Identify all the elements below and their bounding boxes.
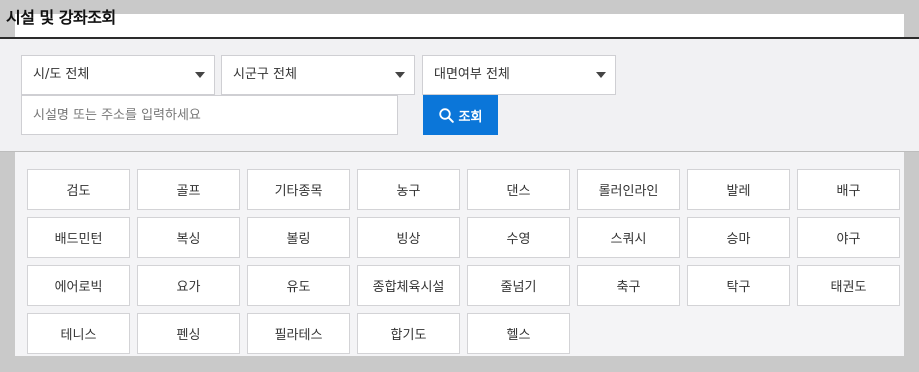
category-button[interactable]: 줄넘기	[467, 265, 570, 306]
category-button[interactable]: 헬스	[467, 313, 570, 354]
category-button[interactable]: 종합체육시설	[357, 265, 460, 306]
search-button-label: 조회	[458, 108, 483, 124]
search-input[interactable]	[21, 95, 398, 135]
category-button[interactable]: 합기도	[357, 313, 460, 354]
district-select[interactable]: 시군구 전체	[221, 55, 415, 95]
category-button[interactable]: 빙상	[357, 217, 460, 258]
category-button[interactable]: 댄스	[467, 169, 570, 210]
region-select-value: 시/도 전체	[33, 67, 90, 82]
category-button[interactable]: 태권도	[797, 265, 900, 306]
category-button[interactable]: 야구	[797, 217, 900, 258]
category-button[interactable]: 배구	[797, 169, 900, 210]
search-icon	[438, 107, 454, 123]
bottom-frame	[0, 356, 919, 372]
category-button[interactable]: 복싱	[137, 217, 240, 258]
category-button[interactable]: 테니스	[27, 313, 130, 354]
category-button[interactable]: 배드민턴	[27, 217, 130, 258]
category-button[interactable]: 축구	[577, 265, 680, 306]
chevron-down-icon	[395, 72, 405, 78]
category-button[interactable]: 필라테스	[247, 313, 350, 354]
category-button[interactable]: 농구	[357, 169, 460, 210]
category-button[interactable]: 발레	[687, 169, 790, 210]
region-select[interactable]: 시/도 전체	[21, 55, 215, 95]
category-button[interactable]: 볼링	[247, 217, 350, 258]
title-bar-background	[15, 14, 904, 37]
page-title: 시설 및 강좌조회	[6, 8, 116, 27]
category-button[interactable]: 기타종목	[247, 169, 350, 210]
category-button[interactable]: 검도	[27, 169, 130, 210]
category-button[interactable]: 골프	[137, 169, 240, 210]
category-button[interactable]: 수영	[467, 217, 570, 258]
chevron-down-icon	[195, 72, 205, 78]
category-grid: 검도 골프 기타종목 농구 댄스 롤러인라인 발레 배구배드민턴 복싱 볼링 빙상 수영 스쿼시 승마 야구…	[27, 169, 900, 354]
category-button[interactable]: 스쿼시	[577, 217, 680, 258]
category-button[interactable]: 유도	[247, 265, 350, 306]
category-button[interactable]: 승마	[687, 217, 790, 258]
mode-select[interactable]: 대면여부 전체	[422, 55, 616, 95]
category-button[interactable]: 탁구	[687, 265, 790, 306]
category-button[interactable]: 요가	[137, 265, 240, 306]
mode-select-value: 대면여부 전체	[434, 67, 510, 82]
chevron-down-icon	[596, 72, 606, 78]
district-select-value: 시군구 전체	[233, 67, 297, 82]
category-button[interactable]: 에어로빅	[27, 265, 130, 306]
category-button[interactable]: 펜싱	[137, 313, 240, 354]
search-button[interactable]: 조회	[423, 95, 498, 135]
category-button[interactable]: 롤러인라인	[577, 169, 680, 210]
